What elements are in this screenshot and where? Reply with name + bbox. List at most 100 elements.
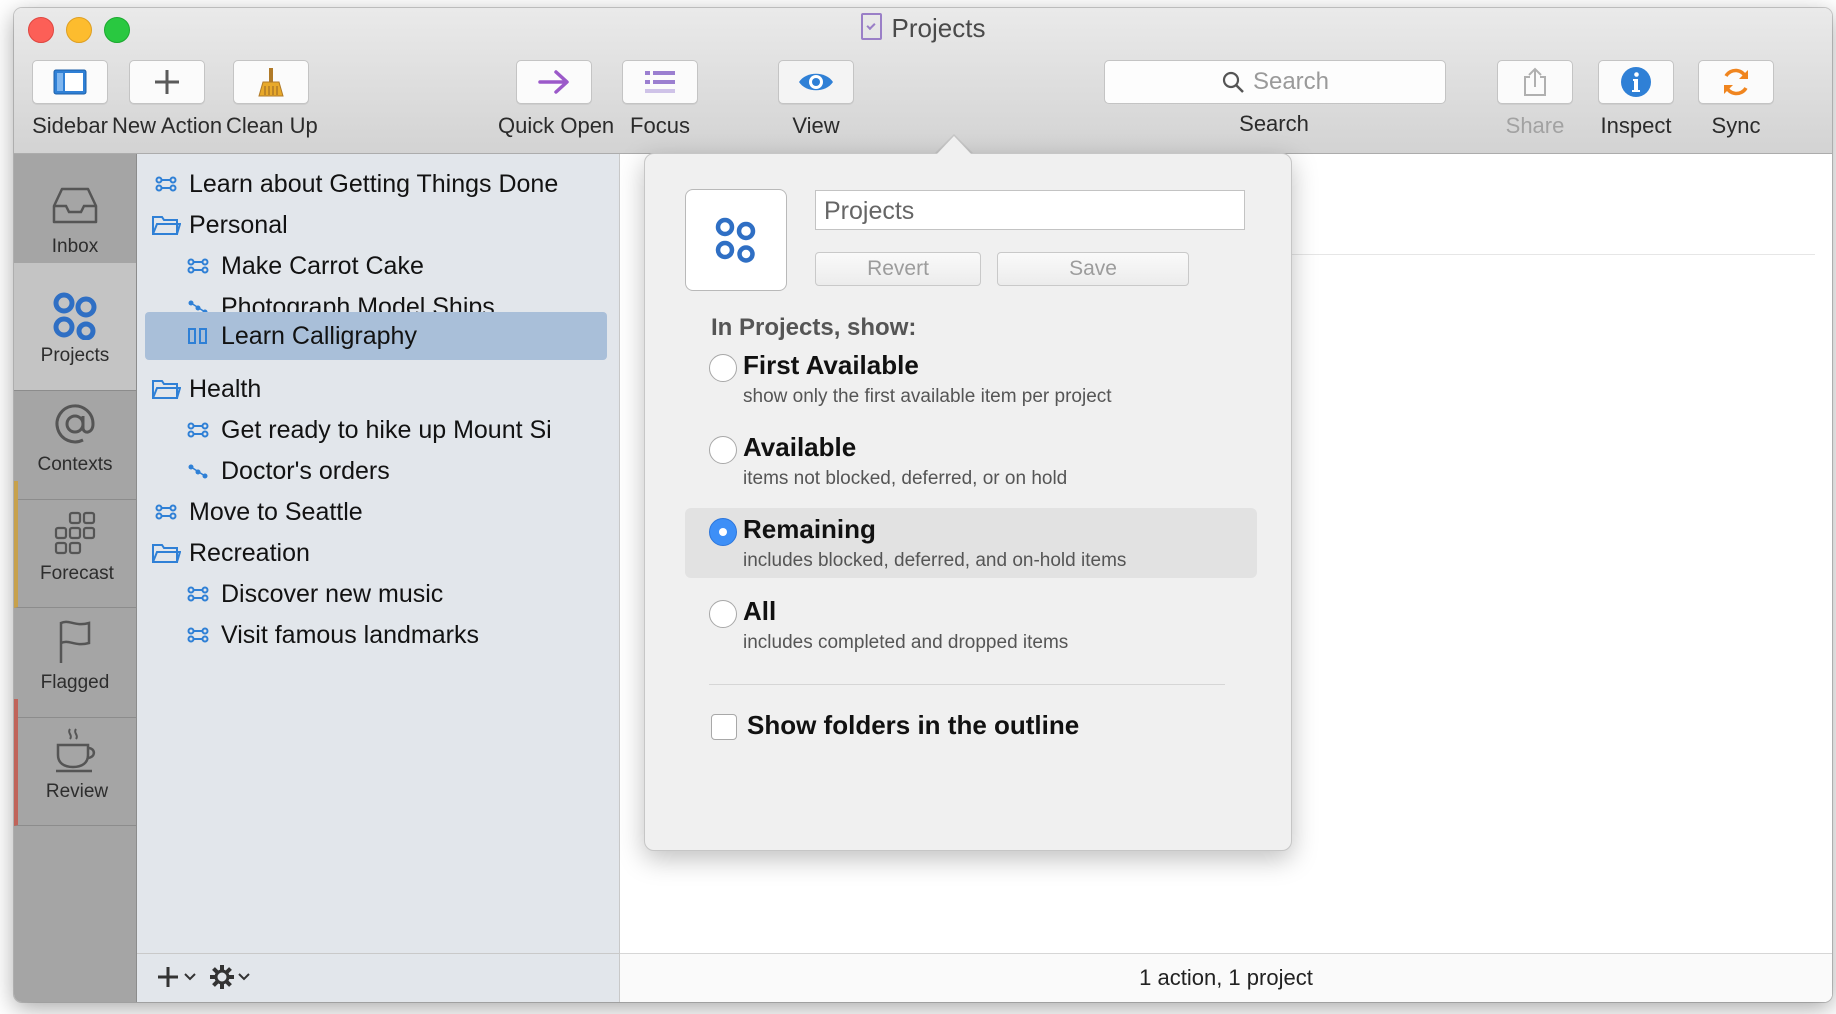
option-title: Remaining (743, 514, 876, 544)
perspective-label: Projects (40, 345, 110, 366)
projects-icon (715, 217, 756, 263)
sidebar-item-label: Visit famous landmarks (221, 620, 479, 649)
parallel-project-icon (183, 422, 213, 438)
divider (1270, 254, 1815, 255)
perspective-icon-well[interactable] (685, 189, 787, 291)
sidebar-label: Sidebar (32, 113, 108, 138)
single-actions-icon (183, 327, 213, 345)
sidebar-item-selected[interactable]: Learn Calligraphy (145, 312, 607, 360)
document-icon (860, 13, 882, 40)
sidebar-item-label: Health (189, 374, 262, 403)
new-action-label: New Action (112, 113, 223, 138)
sidebar-item-label: Make Carrot Cake (221, 251, 424, 280)
view-options-popover: Projects Revert Save In Projects, show: … (644, 153, 1292, 851)
option-available[interactable]: Available items not blocked, deferred, o… (685, 426, 1257, 506)
perspective-forecast[interactable]: Forecast (14, 481, 136, 608)
sync-icon (1698, 60, 1774, 104)
search-label: Search (1239, 111, 1309, 136)
parallel-project-icon (151, 504, 181, 520)
quick-open-label: Quick Open (498, 113, 615, 138)
option-title: First Available (743, 350, 919, 380)
sidebar-item-label: Doctor's orders (221, 456, 390, 485)
radio-button[interactable] (709, 354, 737, 382)
option-remaining[interactable]: Remaining includes blocked, deferred, an… (685, 508, 1257, 578)
app-window: Projects Sidebar New Action Clean Up Qui… (14, 8, 1832, 1002)
parallel-project-icon (151, 176, 181, 192)
folder-icon (151, 378, 181, 400)
sidebar-item-label: Recreation (189, 538, 310, 567)
clean-up-label: Clean Up (226, 113, 318, 138)
inbox-icon (14, 178, 136, 234)
quick-open-button[interactable]: Quick Open (498, 60, 615, 139)
project-sidebar: Learn about Getting Things Done Personal… (137, 154, 620, 1002)
sync-button[interactable]: Sync (1692, 60, 1780, 139)
sequential-project-icon (183, 463, 213, 479)
option-title: All (743, 596, 777, 626)
action-menu-button[interactable] (209, 964, 251, 990)
option-description: includes blocked, deferred, and on-hold … (743, 550, 1127, 571)
focus-button[interactable]: Focus (614, 60, 706, 139)
sidebar-footer (137, 953, 619, 1002)
popover-divider (709, 684, 1225, 685)
revert-button[interactable]: Revert (815, 252, 981, 286)
status-text: 1 action, 1 project (1139, 965, 1313, 990)
focus-label: Focus (630, 113, 690, 138)
chevron-down-icon (184, 973, 196, 981)
perspective-name-value: Projects (824, 197, 915, 225)
sidebar-toggle-button[interactable]: Sidebar (24, 60, 116, 139)
sidebar-item-label: Learn Calligraphy (221, 321, 417, 350)
at-sign-icon (14, 396, 136, 452)
sidebar-item-label: Get ready to hike up Mount Si (221, 415, 552, 444)
share-icon (1497, 60, 1573, 104)
sidebar-toggle-icon (32, 60, 108, 104)
sidebar-item[interactable]: Visit famous landmarks (183, 611, 479, 659)
perspective-review[interactable]: Review (14, 699, 136, 826)
status-bar: 1 action, 1 project (620, 953, 1832, 1002)
window-title: Projects (14, 13, 1832, 44)
show-folders-label[interactable]: Show folders in the outline (747, 710, 1079, 741)
arrow-right-icon (516, 60, 592, 104)
info-icon (1598, 60, 1674, 104)
radio-button[interactable] (709, 436, 737, 464)
option-title: Available (743, 432, 857, 462)
sidebar-item-label: Personal (189, 210, 288, 239)
share-button[interactable]: Share (1490, 60, 1580, 139)
search-input[interactable]: Search (1104, 60, 1446, 104)
focus-list-icon (622, 60, 698, 104)
perspective-bar: Inbox Projects Contexts Forecast Flagged (14, 154, 137, 1002)
show-folders-checkbox[interactable] (711, 714, 737, 740)
view-button[interactable]: View (770, 60, 862, 139)
gear-icon (210, 965, 234, 989)
sync-label: Sync (1711, 113, 1761, 138)
clean-up-button[interactable]: Clean Up (226, 60, 318, 139)
option-description: includes completed and dropped items (743, 632, 1069, 653)
perspective-name-field[interactable]: Projects (815, 190, 1245, 230)
folder-icon (151, 542, 181, 564)
broom-icon (233, 60, 309, 104)
window-title-text: Projects (891, 13, 986, 43)
search-placeholder: Search (1252, 68, 1330, 95)
perspective-label: Inbox (51, 236, 99, 257)
toolbar: Projects Sidebar New Action Clean Up Qui… (14, 8, 1832, 154)
inspect-button[interactable]: Inspect (1586, 60, 1686, 139)
option-description: items not blocked, deferred, or on hold (743, 468, 1068, 489)
eye-icon (778, 60, 854, 104)
radio-button-selected[interactable] (709, 518, 737, 546)
flag-icon (14, 614, 136, 670)
search-icon (1222, 71, 1244, 93)
radio-button[interactable] (709, 600, 737, 628)
inspect-label: Inspect (1600, 113, 1672, 138)
option-first-available[interactable]: First Available show only the first avai… (685, 344, 1257, 424)
folder-icon (151, 214, 181, 236)
coffee-cup-icon (18, 723, 136, 779)
projects-icon (14, 287, 136, 343)
perspective-label: Contexts (37, 454, 113, 475)
option-description: show only the first available item per p… (743, 386, 1112, 407)
new-action-button[interactable]: New Action (112, 60, 222, 139)
filter-heading: In Projects, show: (711, 314, 917, 341)
add-menu-button[interactable] (155, 964, 197, 990)
option-all[interactable]: All includes completed and dropped items (685, 590, 1257, 670)
popover-arrow-fill (936, 136, 972, 155)
perspective-label: Review (45, 781, 109, 802)
save-button[interactable]: Save (997, 252, 1189, 286)
